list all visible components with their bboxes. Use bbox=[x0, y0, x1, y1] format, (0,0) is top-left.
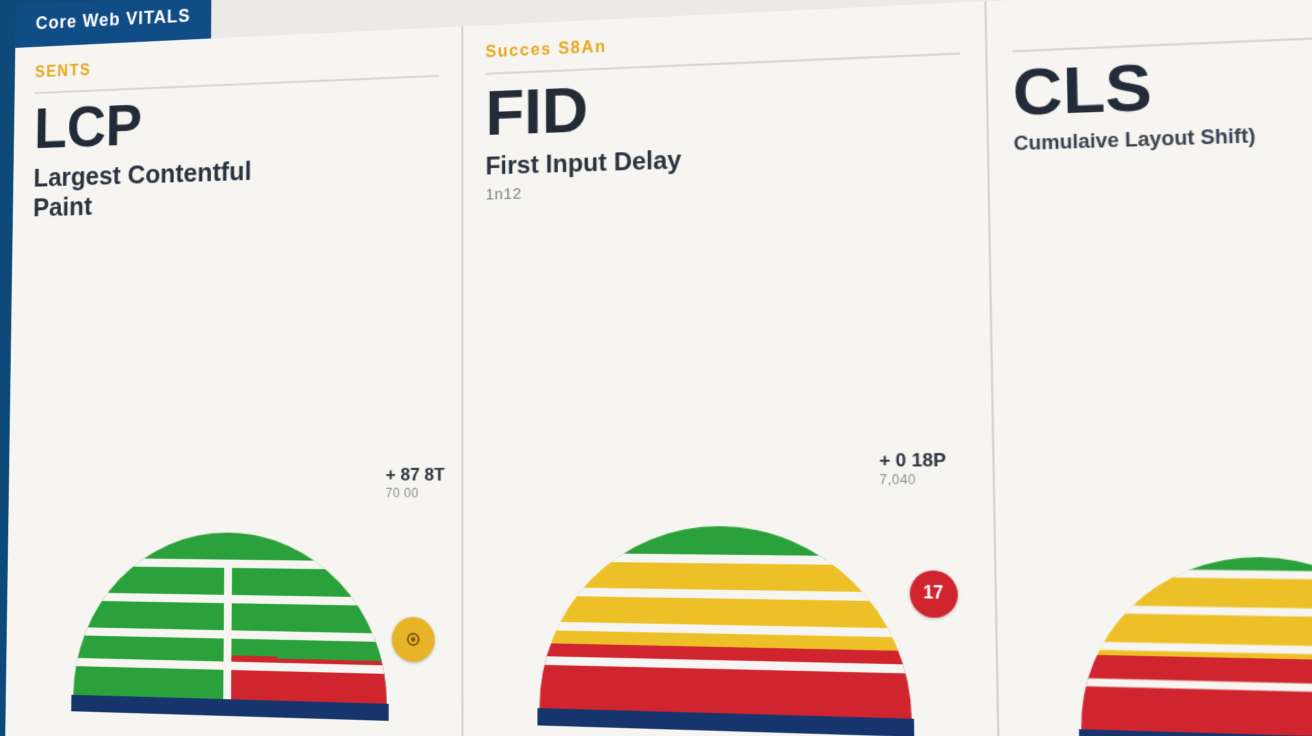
lcp-name: Largest Contentful Paint bbox=[33, 155, 299, 223]
lcp-acronym: LCP bbox=[34, 83, 439, 158]
target-icon bbox=[405, 631, 421, 648]
metrics-panels: SENTS LCP Largest Contentful Paint + 87 … bbox=[4, 0, 1312, 736]
fid-acronym: FID bbox=[485, 61, 961, 146]
fid-gauge-area: + 0 18P 7,040 bbox=[486, 461, 974, 736]
cls-gauge bbox=[1055, 506, 1312, 736]
cls-gauge-area: + 5 18n 16 0 bbox=[1019, 461, 1312, 736]
fid-side-reading: + 0 18P 7,040 bbox=[879, 450, 946, 488]
tab-title-strong: VITALS bbox=[126, 6, 191, 29]
panel-cls: CLS Cumulaive Layout Shift) + 5 18n 16 0 bbox=[986, 0, 1312, 736]
fid-badge-value: 17 bbox=[923, 584, 944, 605]
cls-acronym: CLS bbox=[1012, 39, 1312, 126]
fid-side-value: + 0 18P bbox=[879, 450, 946, 471]
panel-fid: Succes S8An FID First Input Delay 1n12 +… bbox=[463, 1, 1001, 736]
dashboard-screen: Core Web VITALS SENTS LCP Largest Conten… bbox=[4, 0, 1312, 736]
tab-title-prefix: Core Web bbox=[36, 9, 127, 33]
lcp-badge[interactable] bbox=[391, 617, 434, 663]
lcp-side-value: + 87 8T bbox=[386, 465, 445, 485]
lcp-gauge-area: + 87 8T 70 00 bbox=[25, 460, 439, 736]
fid-gauge bbox=[518, 482, 935, 736]
panel-lcp: SENTS LCP Largest Contentful Paint + 87 … bbox=[4, 26, 463, 736]
lcp-gauge bbox=[55, 491, 408, 726]
